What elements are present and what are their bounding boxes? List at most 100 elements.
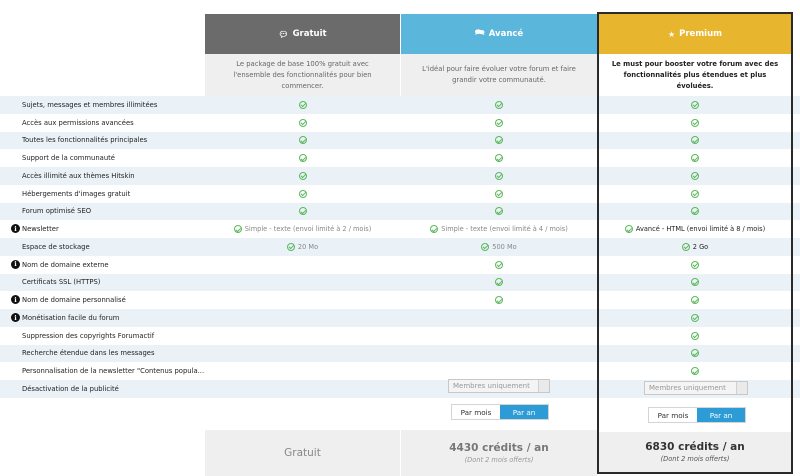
info-icon[interactable]: i <box>11 224 20 234</box>
feature-cell <box>599 114 791 132</box>
feature-label: Forum optimisé SEO <box>22 207 92 216</box>
feature-cell <box>401 96 597 114</box>
feature-cell <box>599 291 791 309</box>
check-icon <box>298 118 307 127</box>
plan-price: 4430 crédits / an <box>449 442 549 454</box>
feature-cell <box>205 203 400 221</box>
check-icon <box>298 171 307 180</box>
feature-label: Accès illimité aux thèmes Hitskin <box>22 171 135 180</box>
ad-deactivation-select-premium[interactable]: Membres uniquement <box>644 381 748 395</box>
feature-cell: Simple - texte (envoi limité à 2 / mois) <box>205 220 400 238</box>
price-note: (Dont 2 mois offerts) <box>660 455 730 463</box>
feature-label: Certificats SSL (HTTPS) <box>22 278 101 287</box>
check-icon <box>495 278 503 287</box>
feature-cells-gratuit: Simple - texte (envoi limité à 2 / mois)… <box>205 96 400 256</box>
feature-label: Suppression des copyrights Forumactif <box>22 331 155 340</box>
feature-label: i Nom de domaine externe <box>0 256 205 274</box>
feature-cell <box>599 256 791 274</box>
check-icon <box>691 260 699 269</box>
comments-icon: 🗪︎ <box>474 28 485 37</box>
feature-label: Toutes les fonctionnalités principales <box>22 136 148 145</box>
feature-cell <box>401 256 597 274</box>
check-icon <box>691 171 699 180</box>
feature-cell <box>401 132 597 150</box>
price-footer-avance: 4430 crédits / an (Dont 2 mois offerts) <box>401 430 597 476</box>
plan-name: Avancé <box>488 29 524 39</box>
check-icon <box>691 367 699 376</box>
feature-label: i Nom de domaine personnalisé <box>0 291 205 309</box>
billing-monthly-button[interactable]: Par mois <box>452 405 500 419</box>
feature-label: Désactivation de la publicité <box>22 384 119 393</box>
check-icon <box>624 225 633 234</box>
plan-description: L'idéal pour faire évoluer votre forum e… <box>401 54 597 96</box>
feature-cells-premium: Avancé - HTML (envoi limité à 8 / mois) … <box>599 96 791 380</box>
feature-cell: Simple - texte (envoi limité à 4 / mois) <box>401 220 597 238</box>
plan-price: Gratuit <box>284 447 321 459</box>
feature-label: Support de la communauté <box>22 154 115 163</box>
chevron-down-icon <box>736 382 747 394</box>
feature-cell <box>599 274 791 292</box>
plan-header-premium: ★ Premium <box>599 14 791 54</box>
check-icon <box>691 154 699 163</box>
feature-label: i Newsletter <box>0 220 205 238</box>
chevron-down-icon <box>538 380 549 392</box>
billing-yearly-button[interactable]: Par an <box>500 405 548 419</box>
feature-cell <box>401 185 597 203</box>
feature-cell <box>205 114 400 132</box>
check-icon <box>495 207 503 216</box>
info-icon[interactable]: i <box>11 313 20 322</box>
check-icon <box>691 207 699 216</box>
info-icon[interactable]: i <box>11 295 20 305</box>
check-icon <box>681 242 690 251</box>
feature-cell <box>401 114 597 132</box>
feature-cell <box>599 96 791 114</box>
feature-cell <box>599 309 791 327</box>
info-icon[interactable]: i <box>11 259 20 269</box>
comment-icon: 💬︎ <box>278 29 289 39</box>
check-icon <box>298 100 307 109</box>
feature-cell <box>401 291 597 309</box>
check-icon <box>430 225 439 234</box>
feature-cells-avance: Simple - texte (envoi limité à 4 / mois)… <box>401 96 597 309</box>
check-icon <box>298 189 307 198</box>
feature-cell: 2 Go <box>599 238 791 256</box>
plan-name: Gratuit <box>292 29 327 39</box>
check-icon <box>495 136 503 145</box>
plan-column-gratuit: 💬︎ Gratuit Le package de base 100% gratu… <box>205 14 400 96</box>
check-icon <box>691 349 699 358</box>
feature-cell <box>599 167 791 185</box>
feature-cell <box>599 345 791 363</box>
check-icon <box>691 296 699 305</box>
feature-labels: Sujets, messages et membres illimitées A… <box>0 96 205 398</box>
billing-monthly-button[interactable]: Par mois <box>649 408 697 422</box>
check-icon <box>495 118 503 127</box>
check-icon <box>495 154 503 163</box>
check-icon <box>481 242 490 251</box>
check-icon <box>691 118 699 127</box>
check-icon <box>691 331 699 340</box>
feature-cell <box>205 132 400 150</box>
feature-label: Recherche étendue dans les messages <box>22 349 155 358</box>
billing-toggle-premium: Par mois Par an <box>648 407 746 423</box>
check-icon <box>233 225 242 234</box>
feature-cell <box>599 132 791 150</box>
feature-cell <box>401 203 597 221</box>
plan-header-avance: 🗪︎ Avancé <box>401 14 597 54</box>
feature-cell <box>205 167 400 185</box>
billing-yearly-button[interactable]: Par an <box>697 408 745 422</box>
feature-label: Accès aux permissions avancées <box>22 118 134 127</box>
check-icon <box>286 242 295 251</box>
ad-deactivation-select-avance[interactable]: Membres uniquement <box>448 379 550 393</box>
feature-cell <box>599 149 791 167</box>
plan-column-avance: 🗪︎ Avancé L'idéal pour faire évoluer vot… <box>401 14 597 96</box>
feature-label: Sujets, messages et membres illimitées <box>22 100 158 109</box>
feature-label: i Monétisation facile du forum <box>0 309 205 327</box>
feature-cell <box>401 167 597 185</box>
plan-name: Premium <box>679 29 723 39</box>
price-note: (Dont 2 mois offerts) <box>464 456 534 464</box>
plan-price: 6830 crédits / an <box>645 441 745 453</box>
check-icon <box>691 189 699 198</box>
check-icon <box>495 296 503 305</box>
plan-description: Le must pour booster votre forum avec de… <box>599 54 791 96</box>
feature-label: Personnalisation de la newsletter "Conte… <box>22 367 205 376</box>
